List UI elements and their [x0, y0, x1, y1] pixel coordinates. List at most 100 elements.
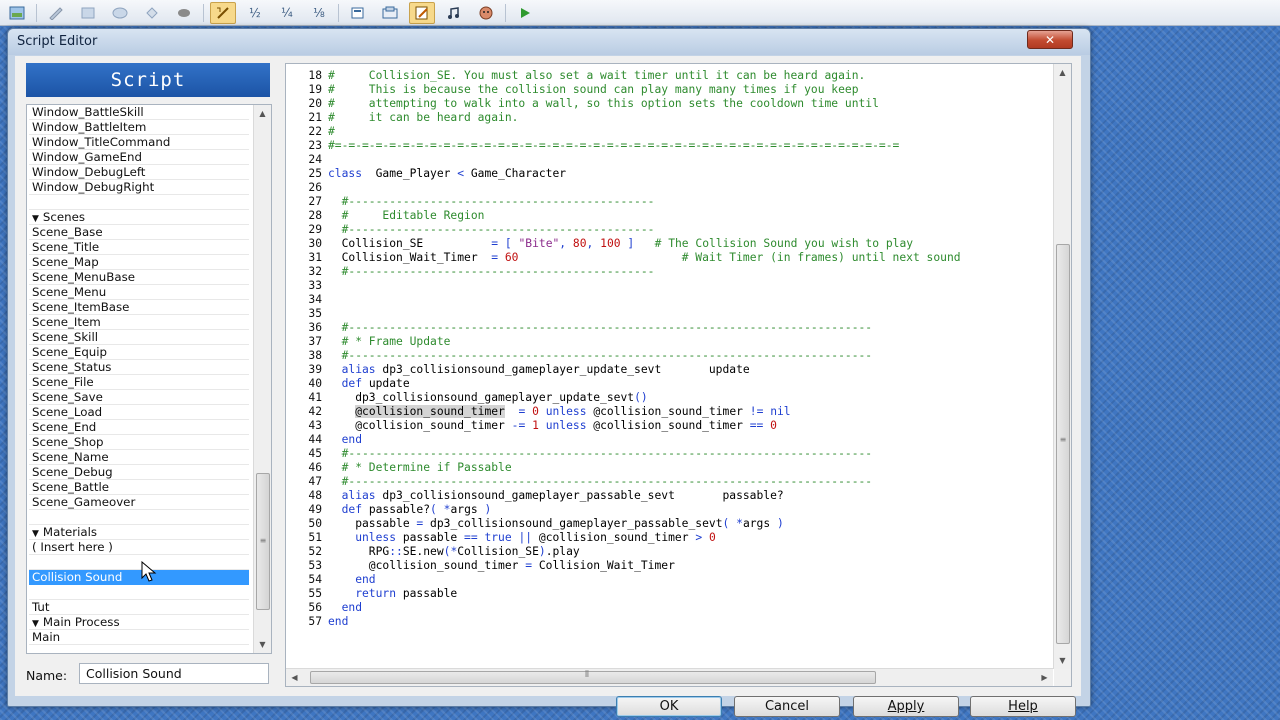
script-list-item[interactable]: ( Insert here ): [29, 540, 249, 555]
code-line[interactable]: 31 Collision_Wait_Timer = 60 # Wait Time…: [286, 251, 1053, 265]
sound-test-icon[interactable]: [441, 2, 467, 24]
code-editor[interactable]: 18 # Collision_SE. You must also set a wa…: [285, 63, 1072, 687]
script-list-item[interactable]: Scene_Battle: [29, 480, 249, 495]
code-line[interactable]: 26: [286, 181, 1053, 195]
code-line[interactable]: 28 # Editable Region: [286, 209, 1053, 223]
script-section-header[interactable]: ▼ Scenes: [29, 210, 249, 225]
script-list-item[interactable]: Scene_Debug: [29, 465, 249, 480]
code-line[interactable]: 27 #------------------------------------…: [286, 195, 1053, 209]
zoom-1-8-icon[interactable]: ⅛: [306, 2, 332, 24]
script-name-input[interactable]: [79, 663, 269, 684]
editor-vertical-scroll-thumb[interactable]: ≡: [1056, 244, 1070, 644]
code-line[interactable]: 42 @collision_sound_timer = 0 unless @co…: [286, 405, 1053, 419]
code-line[interactable]: 55 return passable: [286, 587, 1053, 601]
script-editor-icon[interactable]: [409, 1, 435, 24]
code-line[interactable]: 23 #=-=-=-=-=-=-=-=-=-=-=-=-=-=-=-=-=-=-=…: [286, 139, 1053, 153]
code-line[interactable]: 25 class Game_Player < Game_Character: [286, 167, 1053, 181]
pencil-icon[interactable]: [43, 2, 69, 24]
code-line[interactable]: 48 alias dp3_collisionsound_gameplayer_p…: [286, 489, 1053, 503]
code-line[interactable]: 39 alias dp3_collisionsound_gameplayer_u…: [286, 363, 1053, 377]
code-line[interactable]: 50 passable = dp3_collisionsound_gamepla…: [286, 517, 1053, 531]
script-list-scroll-thumb[interactable]: ≡: [256, 473, 270, 610]
code-line[interactable]: 22 #: [286, 125, 1053, 139]
scroll-left-icon[interactable]: ◀: [286, 669, 303, 686]
editor-horizontal-scroll-thumb[interactable]: ⦀: [310, 670, 876, 684]
script-list-item[interactable]: Window_BattleItem: [29, 120, 249, 135]
scroll-up-icon[interactable]: ▲: [1054, 64, 1071, 81]
script-section-header[interactable]: ▼ Main Process: [29, 615, 249, 630]
code-line[interactable]: 34: [286, 293, 1053, 307]
map-editor-icon[interactable]: [4, 2, 30, 24]
collapse-triangle-icon[interactable]: ▼: [32, 527, 39, 539]
resource-manager-icon[interactable]: [377, 2, 403, 24]
code-line[interactable]: 24: [286, 153, 1053, 167]
script-list-item[interactable]: Scene_Name: [29, 450, 249, 465]
shadow-pen-icon[interactable]: [171, 2, 197, 24]
code-line[interactable]: 19 # This is because the collision sound …: [286, 83, 1053, 97]
script-list-item[interactable]: Scene_Menu: [29, 285, 249, 300]
script-list-item[interactable]: [29, 585, 249, 600]
code-line[interactable]: 37 # * Frame Update: [286, 335, 1053, 349]
playtest-icon[interactable]: [512, 2, 538, 24]
script-list-item[interactable]: Scene_Save: [29, 390, 249, 405]
zoom-1-4-icon[interactable]: ¼: [274, 2, 300, 24]
editor-horizontal-scrollbar[interactable]: ◀ ⦀ ▶: [286, 668, 1053, 686]
code-line[interactable]: 43 @collision_sound_timer -= 1 unless @c…: [286, 419, 1053, 433]
script-list-item[interactable]: Scene_Load: [29, 405, 249, 420]
character-generator-icon[interactable]: [473, 2, 499, 24]
script-list-item[interactable]: Window_DebugLeft: [29, 165, 249, 180]
code-line[interactable]: 29 #------------------------------------…: [286, 223, 1053, 237]
code-line[interactable]: 35: [286, 307, 1053, 321]
script-list-item[interactable]: Main: [29, 630, 249, 645]
script-list-item[interactable]: Scene_Map: [29, 255, 249, 270]
script-list-item[interactable]: [29, 555, 249, 570]
database-icon[interactable]: [345, 2, 371, 24]
script-list-item[interactable]: Collision Sound: [29, 570, 249, 585]
flood-fill-icon[interactable]: [139, 2, 165, 24]
dialog-titlebar[interactable]: Script Editor ✕: [8, 29, 1090, 55]
help-button[interactable]: Help: [970, 696, 1076, 717]
script-list-item[interactable]: Window_DebugRight: [29, 180, 249, 195]
ellipse-icon[interactable]: [107, 2, 133, 24]
code-line[interactable]: 33: [286, 279, 1053, 293]
collapse-triangle-icon[interactable]: ▼: [32, 617, 39, 629]
script-list-item[interactable]: Scene_Item: [29, 315, 249, 330]
code-line[interactable]: 56 end: [286, 601, 1053, 615]
code-line[interactable]: 21 # it can be heard again.: [286, 111, 1053, 125]
scroll-right-icon[interactable]: ▶: [1036, 669, 1053, 686]
code-line[interactable]: 18 # Collision_SE. You must also set a wa…: [286, 69, 1053, 83]
code-line[interactable]: 53 @collision_sound_timer = Collision_Wa…: [286, 559, 1053, 573]
code-line[interactable]: 54 end: [286, 573, 1053, 587]
script-section-header[interactable]: ▼ Materials: [29, 525, 249, 540]
scroll-down-icon[interactable]: ▼: [254, 636, 271, 653]
rectangle-icon[interactable]: [75, 2, 101, 24]
script-list-item[interactable]: Scene_Status: [29, 360, 249, 375]
zoom-1-2-icon[interactable]: ½: [242, 2, 268, 24]
script-list-item[interactable]: Window_TitleCommand: [29, 135, 249, 150]
code-line[interactable]: 47 #------------------------------------…: [286, 475, 1053, 489]
code-line[interactable]: 41 dp3_collisionsound_gameplayer_update_…: [286, 391, 1053, 405]
code-text-area[interactable]: 18 # Collision_SE. You must also set a wa…: [286, 69, 1053, 667]
code-line[interactable]: 36 #------------------------------------…: [286, 321, 1053, 335]
script-list-item[interactable]: Scene_Base: [29, 225, 249, 240]
script-list-item[interactable]: Window_GameEnd: [29, 150, 249, 165]
code-line[interactable]: 44 end: [286, 433, 1053, 447]
script-list-item[interactable]: Window_BattleSkill: [29, 105, 249, 120]
script-list-item[interactable]: Scene_Gameover: [29, 495, 249, 510]
code-line[interactable]: 49 def passable?( *args ): [286, 503, 1053, 517]
script-list-item[interactable]: Scene_ItemBase: [29, 300, 249, 315]
code-line[interactable]: 45 #------------------------------------…: [286, 447, 1053, 461]
collapse-triangle-icon[interactable]: ▼: [32, 212, 39, 224]
scroll-up-icon[interactable]: ▲: [254, 105, 271, 122]
code-line[interactable]: 38 #------------------------------------…: [286, 349, 1053, 363]
code-line[interactable]: 20 # attempting to walk into a wall, so t…: [286, 97, 1053, 111]
close-button[interactable]: ✕: [1027, 30, 1073, 49]
code-line[interactable]: 51 unless passable == true || @collision…: [286, 531, 1053, 545]
script-list-item[interactable]: Tut: [29, 600, 249, 615]
script-list-item[interactable]: Scene_Equip: [29, 345, 249, 360]
zoom-1-1-icon[interactable]: [210, 1, 236, 24]
script-list-item[interactable]: Scene_Skill: [29, 330, 249, 345]
code-line[interactable]: 32 #------------------------------------…: [286, 265, 1053, 279]
scroll-down-icon[interactable]: ▼: [1054, 652, 1071, 669]
code-line[interactable]: 46 # * Determine if Passable: [286, 461, 1053, 475]
